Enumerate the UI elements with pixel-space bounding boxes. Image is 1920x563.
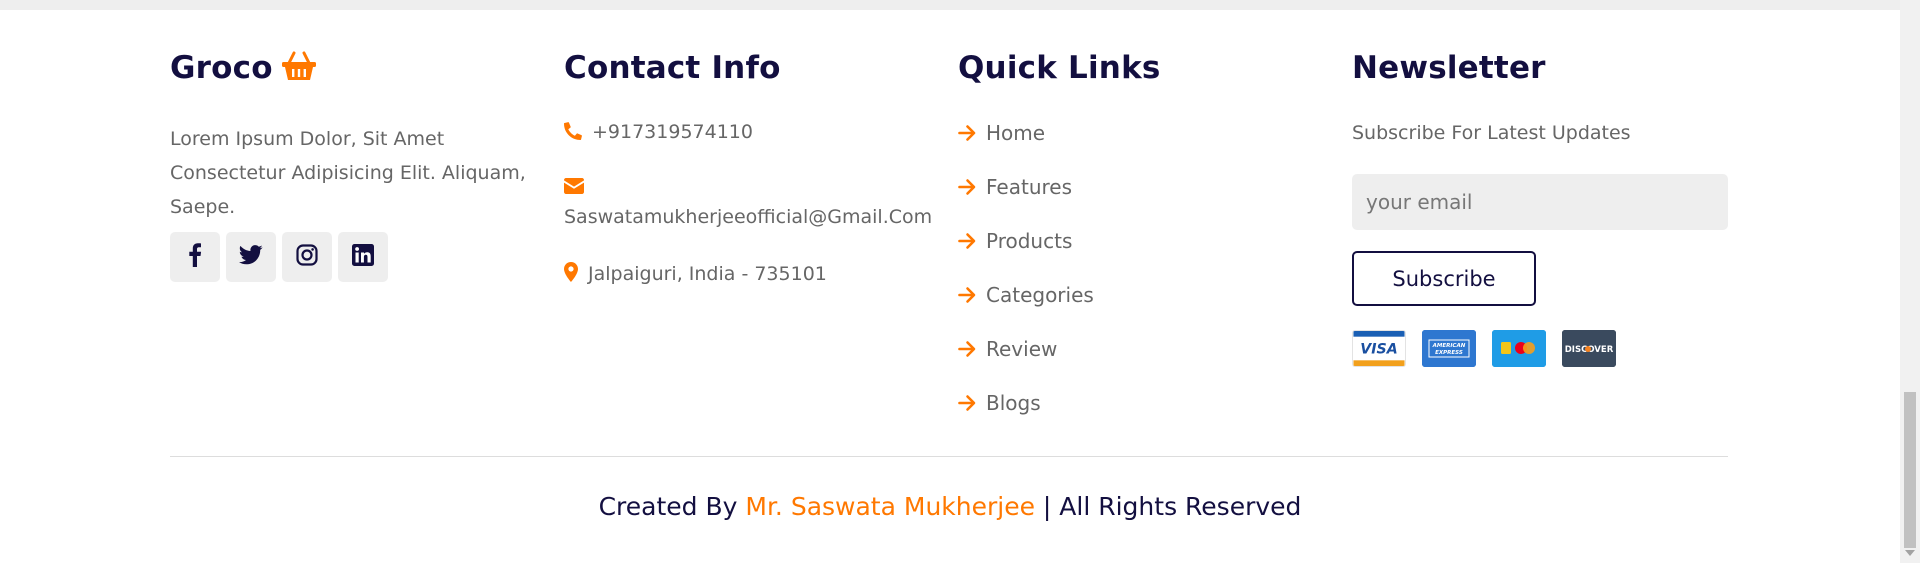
- phone-icon: [564, 122, 582, 145]
- newsletter-heading: Newsletter: [1352, 50, 1546, 86]
- previous-section-band: [0, 0, 1900, 10]
- map-marker-icon: [564, 262, 578, 287]
- newsletter-email-input[interactable]: [1352, 174, 1728, 230]
- quick-link-label: Review: [986, 337, 1058, 361]
- twitter-icon: [239, 245, 263, 269]
- credit-author[interactable]: Mr. Saswata Mukherjee: [745, 492, 1035, 521]
- discover-card-icon: DISCOVER: [1562, 330, 1616, 367]
- twitter-link[interactable]: [226, 232, 276, 282]
- contact-email[interactable]: Saswatamukherjeeofficial@Gmail.Com: [564, 206, 932, 228]
- quick-link-features[interactable]: Features: [958, 175, 1072, 201]
- brand-description: Lorem Ipsum Dolor, Sit Amet Consectetur …: [170, 128, 526, 218]
- brand-title: Groco: [170, 50, 273, 86]
- page-scrollbar[interactable]: [1900, 0, 1920, 563]
- linkedin-icon: [352, 244, 374, 270]
- social-links: [170, 232, 388, 282]
- quick-link-blogs[interactable]: Blogs: [958, 391, 1041, 417]
- arrow-right-icon: [958, 285, 976, 309]
- instagram-icon: [296, 244, 318, 270]
- svg-text:AMERICAN: AMERICAN: [1432, 343, 1466, 349]
- arrow-right-icon: [958, 231, 976, 255]
- quick-link-label: Home: [986, 121, 1046, 145]
- envelope-icon: [564, 177, 584, 199]
- footer-divider: [170, 456, 1728, 457]
- linkedin-link[interactable]: [338, 232, 388, 282]
- quick-link-home[interactable]: Home: [958, 121, 1045, 147]
- facebook-icon: [188, 243, 202, 271]
- scroll-down-arrow-icon[interactable]: [1905, 550, 1915, 556]
- quick-link-label: Categories: [986, 283, 1094, 307]
- email-icon-row: [564, 177, 584, 199]
- facebook-link[interactable]: [170, 232, 220, 282]
- credit-prefix: Created By: [598, 492, 746, 521]
- quick-links-heading: Quick Links: [958, 50, 1161, 86]
- brand-heading: Groco: [170, 50, 317, 89]
- contact-phone[interactable]: +917319574110: [564, 121, 753, 145]
- arrow-right-icon: [958, 393, 976, 417]
- amex-card-icon: AMERICAN EXPRESS: [1422, 330, 1476, 367]
- mastercard-card-icon: [1492, 330, 1546, 367]
- site-footer: Groco Lorem Ipsum Dolor, Sit Amet Consec…: [0, 10, 1900, 563]
- arrow-right-icon: [958, 339, 976, 363]
- scrollbar-thumb[interactable]: [1904, 392, 1916, 548]
- quick-link-label: Blogs: [986, 391, 1041, 415]
- credit-suffix: | All Rights Reserved: [1034, 492, 1302, 521]
- contact-address: Jalpaiguri, India - 735101: [564, 262, 827, 287]
- quick-link-review[interactable]: Review: [958, 337, 1057, 363]
- contact-phone-text: +917319574110: [592, 121, 753, 143]
- subscribe-button[interactable]: Subscribe: [1352, 251, 1536, 306]
- quick-link-label: Features: [986, 175, 1072, 199]
- quick-link-products[interactable]: Products: [958, 229, 1072, 255]
- visa-card-icon: VISA: [1352, 330, 1406, 367]
- payment-cards: VISA AMERICAN EXPRESS: [1352, 330, 1616, 367]
- footer-credit: Created By Mr. Saswata Mukherjee | All R…: [0, 492, 1900, 521]
- quick-link-categories[interactable]: Categories: [958, 283, 1094, 309]
- contact-address-text: Jalpaiguri, India - 735101: [588, 263, 827, 285]
- svg-text:EXPRESS: EXPRESS: [1435, 350, 1463, 356]
- shopping-basket-icon: [281, 51, 317, 89]
- contact-heading: Contact Info: [564, 50, 781, 86]
- instagram-link[interactable]: [282, 232, 332, 282]
- arrow-right-icon: [958, 177, 976, 201]
- newsletter-subtitle: Subscribe For Latest Updates: [1352, 122, 1631, 144]
- visa-card-label: VISA: [1360, 342, 1397, 358]
- arrow-right-icon: [958, 123, 976, 147]
- quick-link-label: Products: [986, 229, 1073, 253]
